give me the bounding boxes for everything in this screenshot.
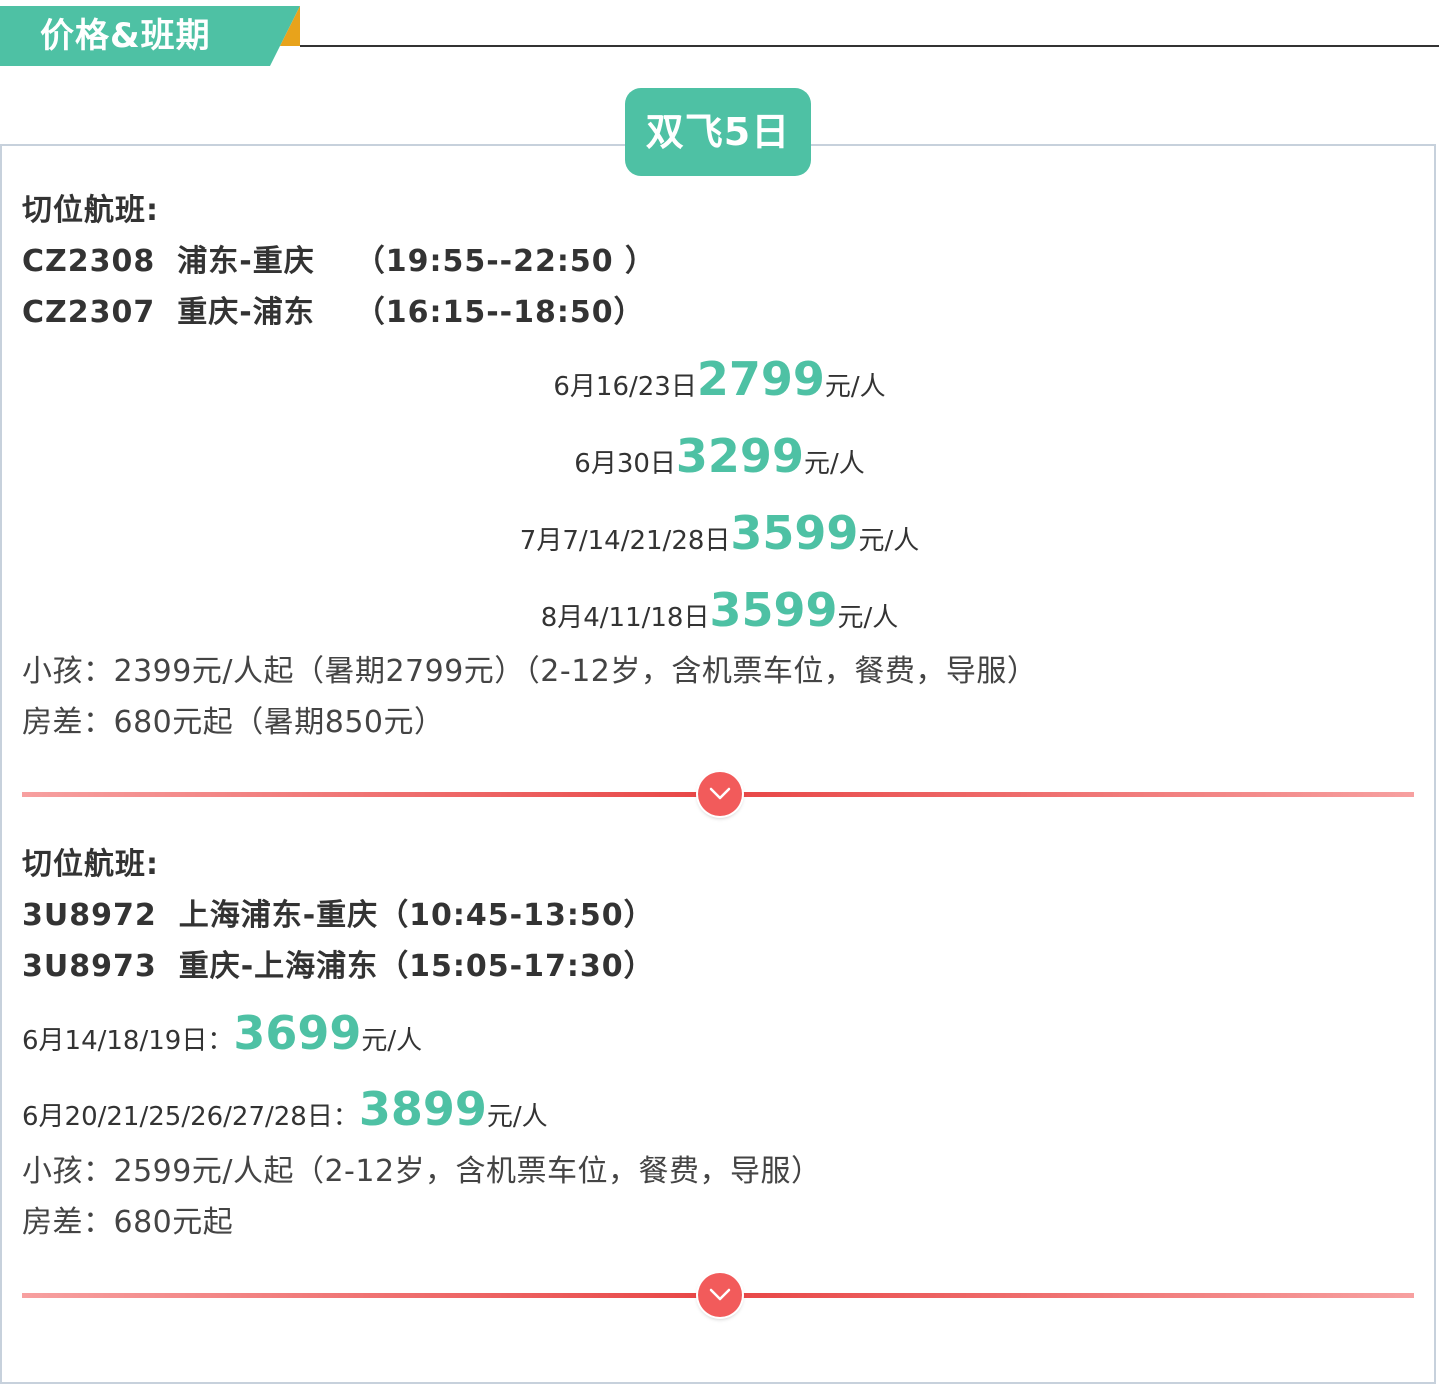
- price-row: 6月16/23日2799元/人: [0, 352, 1439, 406]
- flight-route: 上海浦东-重庆: [178, 898, 379, 933]
- price-unit: 元/人: [837, 603, 899, 633]
- price-amount: 3299: [675, 429, 804, 483]
- price-row: 7月7/14/21/28日3599元/人: [0, 506, 1439, 560]
- section-divider: [22, 1271, 1414, 1321]
- package-badge: 双飞5日: [625, 88, 811, 176]
- flights-label: 切位航班:: [22, 193, 159, 228]
- price-amount: 2799: [696, 352, 825, 406]
- flight-code: 3U8972: [22, 898, 157, 933]
- price-unit: 元/人: [858, 526, 920, 556]
- flight-code: 3U8973: [22, 949, 157, 984]
- price-dates: 6月20/21/25/26/27/28日：: [22, 1102, 359, 1132]
- price-dates: 8月4/11/18日: [540, 603, 710, 633]
- price-row: 6月20/21/25/26/27/28日：3899元/人: [22, 1082, 548, 1136]
- child-price-note: 小孩：2399元/人起（暑期2799元）（2-12岁，含机票车位，餐费，导服）: [22, 654, 1038, 689]
- flights-label: 切位航班:: [22, 847, 159, 882]
- price-amount: 3899: [358, 1082, 487, 1136]
- section-divider: [22, 770, 1414, 820]
- price-dates: 6月14/18/19日：: [22, 1026, 234, 1056]
- section-header-rule: [300, 45, 1439, 47]
- flight-time: （19:55--22:50 ）: [354, 244, 657, 279]
- section-header: 价格&班期: [0, 0, 1439, 70]
- flight-code: CZ2308: [22, 244, 156, 279]
- flight-time: （10:45-13:50）: [378, 898, 655, 933]
- price-amount: 3699: [233, 1006, 362, 1060]
- price-amount: 3599: [709, 583, 838, 637]
- expand-toggle[interactable]: [698, 772, 742, 816]
- flight-row: CZ2308 浦东-重庆 （19:55--22:50 ）: [22, 242, 656, 282]
- chevron-down-icon: [709, 787, 731, 800]
- price-row: 6月30日3299元/人: [0, 429, 1439, 483]
- price-amount: 3599: [730, 506, 859, 560]
- price-dates: 6月30日: [574, 449, 676, 479]
- price-row: 6月14/18/19日：3699元/人: [22, 1006, 422, 1060]
- flight-code: CZ2307: [22, 295, 156, 330]
- flight-row: 3U8973 重庆-上海浦东（15:05-17:30）: [22, 947, 655, 987]
- flight-time: （15:05-17:30）: [378, 949, 655, 984]
- child-price-note: 小孩：2599元/人起（2-12岁，含机票车位，餐费，导服）: [22, 1154, 822, 1189]
- chevron-down-icon: [709, 1288, 731, 1301]
- price-unit: 元/人: [361, 1026, 423, 1056]
- price-unit: 元/人: [824, 372, 886, 402]
- flight-row: CZ2307 重庆-浦东 （16:15--18:50）: [22, 293, 645, 333]
- flight-time: （16:15--18:50）: [354, 295, 645, 330]
- price-dates: 7月7/14/21/28日: [519, 526, 731, 556]
- room-diff-note: 房差：680元起: [22, 1205, 234, 1240]
- price-dates: 6月16/23日: [553, 372, 697, 402]
- flight-row: 3U8972 上海浦东-重庆（10:45-13:50）: [22, 896, 655, 936]
- flight-route: 重庆-上海浦东: [178, 949, 379, 984]
- price-unit: 元/人: [486, 1102, 548, 1132]
- room-diff-note: 房差：680元起（暑期850元）: [22, 705, 445, 740]
- price-row: 8月4/11/18日3599元/人: [0, 583, 1439, 637]
- price-unit: 元/人: [803, 449, 865, 479]
- flight-route: 浦东-重庆: [177, 244, 315, 279]
- expand-toggle[interactable]: [698, 1273, 742, 1317]
- flight-route: 重庆-浦东: [177, 295, 315, 330]
- section-title: 价格&班期: [40, 16, 211, 56]
